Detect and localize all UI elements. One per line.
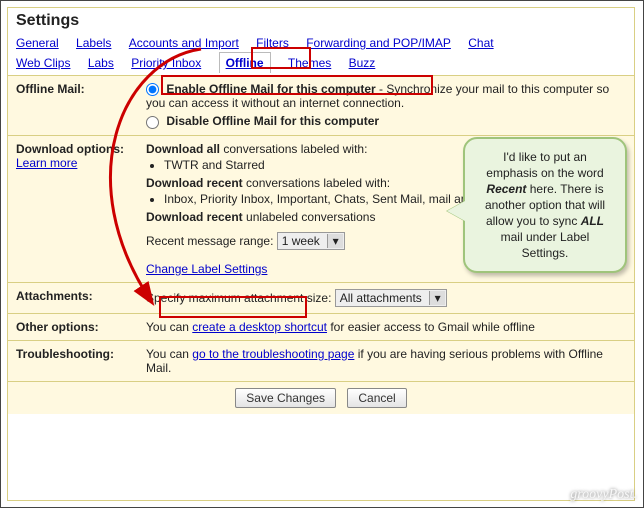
- other-label: Other options:: [8, 313, 138, 340]
- tab-offline[interactable]: Offline: [219, 52, 271, 73]
- trouble-pre: You can: [146, 347, 192, 361]
- screenshot-frame: Settings General Labels Accounts and Imp…: [0, 0, 644, 508]
- download-recent-rest: conversations labeled with:: [243, 176, 390, 190]
- disable-offline-label: Disable Offline Mail for this computer: [166, 114, 379, 128]
- annotation-callout: I'd like to put an emphasis on the word …: [463, 137, 627, 273]
- range-select[interactable]: 1 week ▾: [277, 232, 345, 250]
- callout-pointer-icon: [447, 201, 465, 221]
- callout-text-3: mail under Label Settings.: [501, 230, 590, 260]
- tab-webclips[interactable]: Web Clips: [16, 54, 70, 72]
- radio-enable-offline[interactable]: [146, 83, 159, 96]
- attachments-select[interactable]: All attachments ▾: [335, 289, 447, 307]
- tab-priority[interactable]: Priority Inbox: [131, 54, 201, 72]
- tab-labs[interactable]: Labs: [88, 54, 114, 72]
- tab-themes[interactable]: Themes: [288, 54, 331, 72]
- attachments-value: All attachments: [340, 291, 422, 305]
- download-all-rest: conversations labeled with:: [220, 142, 367, 156]
- tab-filters[interactable]: Filters: [256, 34, 289, 52]
- tab-accounts[interactable]: Accounts and Import: [129, 34, 239, 52]
- tab-buzz[interactable]: Buzz: [349, 54, 376, 72]
- learn-more-link[interactable]: Learn more: [16, 156, 77, 170]
- callout-em-2: ALL: [581, 214, 604, 228]
- range-label: Recent message range:: [146, 234, 277, 248]
- dropdown-arrow-icon: ▾: [429, 291, 445, 305]
- callout-text-1: I'd like to put an emphasis on the word: [486, 150, 603, 180]
- offline-mail-content: Enable Offline Mail for this computer - …: [138, 76, 634, 136]
- enable-offline-label: Enable Offline Mail for this computer: [166, 82, 375, 96]
- attachments-desc: Specify maximum attachment size:: [146, 291, 331, 305]
- offline-mail-label: Offline Mail:: [8, 76, 138, 136]
- troubleshooting-link[interactable]: go to the troubleshooting page: [192, 347, 354, 361]
- row-troubleshooting: Troubleshooting: You can go to the troub…: [8, 340, 634, 381]
- row-other-options: Other options: You can create a desktop …: [8, 313, 634, 340]
- trouble-label: Troubleshooting:: [8, 340, 138, 381]
- row-attachments: Attachments: Specify maximum attachment …: [8, 282, 634, 313]
- page-title: Settings: [8, 8, 634, 32]
- tab-forwarding[interactable]: Forwarding and POP/IMAP: [306, 34, 451, 52]
- other-post: for easier access to Gmail while offline: [327, 320, 535, 334]
- row-offline-mail: Offline Mail: Enable Offline Mail for th…: [8, 76, 634, 136]
- attachments-label: Attachments:: [8, 282, 138, 313]
- settings-tabs: General Labels Accounts and Import Filte…: [8, 32, 634, 75]
- download-options-label: Download options:: [16, 142, 124, 156]
- footer-buttons: Save Changes Cancel: [8, 381, 634, 414]
- tab-labels[interactable]: Labels: [76, 34, 111, 52]
- desktop-shortcut-link[interactable]: create a desktop shortcut: [192, 320, 327, 334]
- radio-disable-offline[interactable]: [146, 116, 159, 129]
- other-pre: You can: [146, 320, 192, 334]
- tab-general[interactable]: General: [16, 34, 59, 52]
- dropdown-arrow-icon: ▾: [327, 234, 343, 248]
- tab-chat[interactable]: Chat: [468, 34, 493, 52]
- download-recent-bold: Download recent: [146, 176, 243, 190]
- change-label-settings-link[interactable]: Change Label Settings: [146, 262, 267, 276]
- download-recent-unlabeled-rest: unlabeled conversations: [243, 210, 376, 224]
- watermark: groovyPost.: [570, 487, 637, 503]
- cancel-button[interactable]: Cancel: [347, 388, 406, 408]
- range-value: 1 week: [282, 234, 320, 248]
- download-recent-unlabeled-bold: Download recent: [146, 210, 243, 224]
- save-button[interactable]: Save Changes: [235, 388, 336, 408]
- callout-em-1: Recent: [486, 182, 526, 196]
- download-all-bold: Download all: [146, 142, 220, 156]
